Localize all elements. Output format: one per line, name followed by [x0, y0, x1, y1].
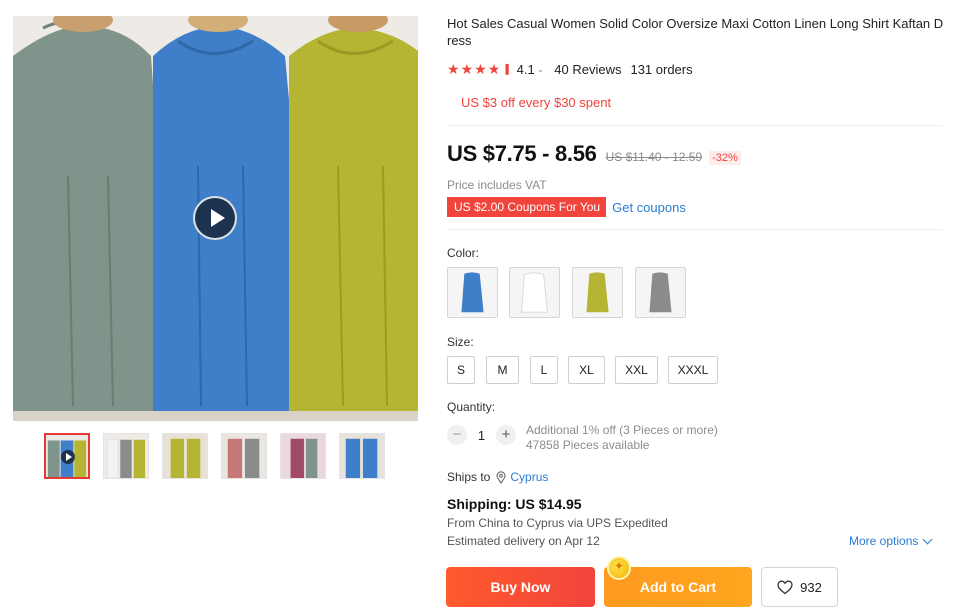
ships-to-row: Ships to Cyprus [447, 470, 548, 484]
swatch-image [636, 268, 685, 317]
buy-now-button[interactable]: Buy Now [446, 567, 595, 607]
quantity-value[interactable]: 1 [467, 428, 496, 443]
estimated-delivery: Estimated delivery on Apr 12 [447, 534, 600, 548]
rating-value[interactable]: 4.1 [517, 62, 535, 77]
thumbnail-1[interactable] [44, 433, 90, 479]
divider [447, 125, 942, 126]
rating-stars: ★ ★ ★ ★ ▐ [447, 62, 509, 76]
original-price: US $11.40 - 12.59 [605, 150, 703, 164]
size-option-m[interactable]: M [486, 356, 519, 384]
store-promo[interactable]: US $3 off every $30 spent [461, 95, 611, 110]
decrease-quantity-button[interactable]: − [447, 425, 467, 445]
vat-note: Price includes VAT [447, 178, 547, 192]
chevron-down-icon [922, 534, 933, 544]
product-title: Hot Sales Casual Women Solid Color Overs… [447, 16, 944, 48]
coupon-badge[interactable]: US $2.00 Coupons For You [447, 197, 607, 217]
swatch-image [448, 268, 497, 317]
quantity-note: Additional 1% off (3 Pieces or more) 478… [526, 423, 718, 453]
ships-to-label: Ships to [447, 470, 491, 484]
color-swatch-white[interactable] [509, 267, 560, 318]
discount-badge: -32% [709, 151, 741, 165]
shipping-cost: Shipping: US $14.95 [447, 496, 582, 512]
star-icon: ★ [487, 61, 501, 77]
thumbnail-6[interactable] [339, 433, 385, 479]
rating-row: ★ ★ ★ ★ ▐ 4.1 ⌄ 40 Reviews 131 orders [447, 60, 693, 78]
increase-quantity-button[interactable]: + [496, 425, 516, 445]
thumbnail-image [340, 434, 384, 478]
location-pin-icon [496, 470, 506, 484]
star-icon: ★ [474, 61, 487, 77]
thumbnail-3[interactable] [162, 433, 208, 479]
more-shipping-options[interactable]: More options [849, 534, 933, 548]
partial-star-icon: ▐ [502, 64, 509, 74]
swatch-image [510, 268, 559, 317]
current-price: US $7.75 - 8.56 [447, 141, 597, 166]
get-coupons-link[interactable]: Get coupons [612, 200, 686, 215]
star-icon: ★ [447, 61, 460, 77]
quantity-stepper: − 1 + [447, 425, 516, 445]
thumbnail-strip [44, 433, 389, 485]
coin-icon [607, 556, 631, 580]
heart-icon [777, 580, 793, 594]
wishlist-button[interactable]: 932 [761, 567, 838, 607]
bulk-discount-note: Additional 1% off (3 Pieces or more) [526, 423, 718, 437]
thumbnail-5[interactable] [280, 433, 326, 479]
thumbnail-2[interactable] [103, 433, 149, 479]
color-swatch-gray[interactable] [635, 267, 686, 318]
play-icon [61, 450, 75, 464]
orders-count: 131 orders [630, 61, 693, 77]
thumbnail-image [281, 434, 325, 478]
size-option-s[interactable]: S [447, 356, 475, 384]
color-swatch-yellow[interactable] [572, 267, 623, 318]
swatch-image [573, 268, 622, 317]
chevron-down-icon[interactable]: ⌄ [537, 64, 545, 75]
size-option-xl[interactable]: XL [568, 356, 605, 384]
thumbnail-image [104, 434, 148, 478]
divider [447, 229, 942, 230]
size-label: Size: [447, 335, 474, 349]
shipping-route: From China to Cyprus via UPS Expedited [447, 516, 668, 530]
stock-available: 47858 Pieces available [526, 438, 650, 452]
more-options-label: More options [849, 534, 919, 548]
thumbnail-image [222, 434, 266, 478]
quantity-label: Quantity: [447, 400, 496, 414]
size-option-xxxl[interactable]: XXXL [668, 356, 718, 384]
price-row: US $7.75 - 8.56 US $11.40 - 12.59 -32% [447, 141, 741, 167]
size-option-xxl[interactable]: XXL [615, 356, 658, 384]
coupon-row: US $2.00 Coupons For You Get coupons [447, 197, 686, 217]
color-swatch-blue[interactable] [447, 267, 498, 318]
thumbnail-4[interactable] [221, 433, 267, 479]
size-option-l[interactable]: L [530, 356, 558, 384]
thumbnail-image [163, 434, 207, 478]
star-icon: ★ [460, 61, 474, 77]
color-label: Color: [447, 246, 480, 260]
reviews-link[interactable]: 40 Reviews [554, 62, 621, 77]
wishlist-count: 932 [800, 579, 822, 595]
main-product-image[interactable] [13, 16, 418, 421]
video-play-button[interactable] [193, 196, 237, 240]
ships-to-country[interactable]: Cyprus [510, 470, 548, 484]
